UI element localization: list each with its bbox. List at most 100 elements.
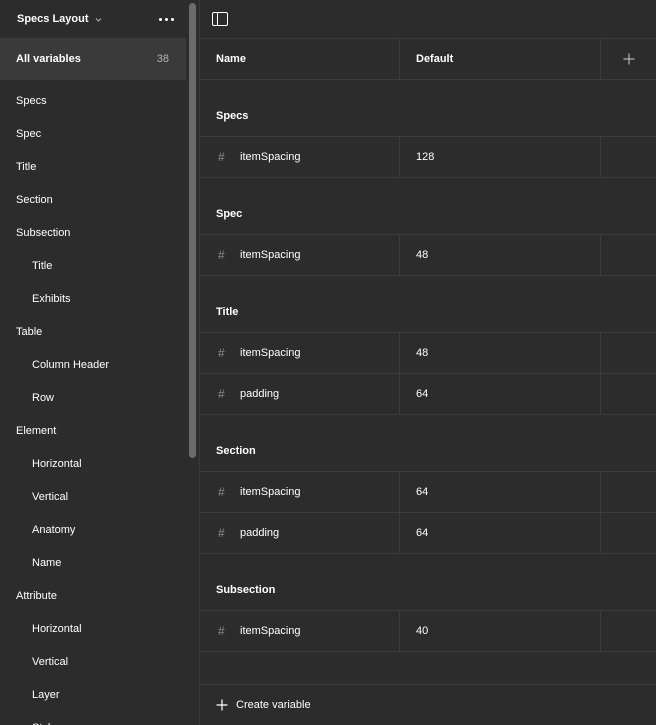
number-type-icon: # <box>218 387 225 401</box>
variable-value-cell[interactable]: 48 <box>400 333 601 373</box>
table-header: Name Default <box>200 39 656 80</box>
sidebar-group-label: Vertical <box>32 490 69 503</box>
sidebar-group-item[interactable]: Table <box>0 315 186 348</box>
sidebar-group-label: Attribute <box>16 589 57 602</box>
sidebar-group-item[interactable]: Row <box>0 381 186 414</box>
variable-row[interactable]: # padding 64 <box>200 513 656 554</box>
empty-mode-cell <box>601 611 656 651</box>
create-variable-label: Create variable <box>236 699 311 711</box>
sidebar-group-label: Specs <box>16 94 47 107</box>
variable-group: Spec # itemSpacing 48 <box>200 178 656 276</box>
group-title: Title <box>200 276 656 333</box>
sidebar-group-item[interactable]: Exhibits <box>0 282 186 315</box>
collection-title[interactable]: Specs Layout <box>17 13 89 25</box>
sidebar-group-item[interactable]: Anatomy <box>0 513 186 546</box>
sidebar-group-item[interactable]: Subsection <box>0 216 186 249</box>
toolbar <box>200 0 656 39</box>
number-type-icon: # <box>218 526 225 540</box>
variable-groups: Specs # itemSpacing 128 Spec # itemSpacing 48 Ti… <box>200 80 656 652</box>
variable-name: itemSpacing <box>240 347 301 359</box>
variable-value-cell[interactable]: 64 <box>400 472 601 512</box>
variable-name-cell[interactable]: # padding <box>200 513 400 553</box>
variable-name-cell[interactable]: # itemSpacing <box>200 235 400 275</box>
variable-name-cell[interactable]: # itemSpacing <box>200 472 400 512</box>
sidebar-group-item[interactable]: Horizontal <box>0 447 186 480</box>
sidebar-group-label: Title <box>32 259 53 272</box>
sidebar-group-item[interactable]: Element <box>0 414 186 447</box>
variable-name-cell[interactable]: # itemSpacing <box>200 611 400 651</box>
sidebar-group-item[interactable]: Title <box>0 150 186 183</box>
variable-row[interactable]: # itemSpacing 48 <box>200 235 656 276</box>
all-variables-item[interactable]: All variables 38 <box>0 38 186 80</box>
sidebar-group-item[interactable]: Horizontal <box>0 612 186 645</box>
empty-mode-cell <box>601 235 656 275</box>
plus-icon <box>623 53 634 65</box>
sidebar-group-label: Element <box>16 424 57 437</box>
variable-value-cell[interactable]: 48 <box>400 235 601 275</box>
sidebar-group-label: Section <box>16 193 53 206</box>
sidebar-group-label: Horizontal <box>32 457 82 470</box>
group-title: Spec <box>200 178 656 235</box>
sidebar-group-item[interactable]: Layer <box>0 678 186 711</box>
variable-row[interactable]: # padding 64 <box>200 374 656 415</box>
variable-row[interactable]: # itemSpacing 64 <box>200 472 656 513</box>
variable-name-cell[interactable]: # itemSpacing <box>200 333 400 373</box>
variable-group: Specs # itemSpacing 128 <box>200 80 656 178</box>
empty-mode-cell <box>601 137 656 177</box>
sidebar-scrollbar[interactable] <box>186 0 200 725</box>
sidebar-group-item[interactable]: Vertical <box>0 645 186 678</box>
sidebar-group-label: Spec <box>16 127 42 140</box>
sidebar-group-label: Table <box>16 325 43 338</box>
collection-header: Specs Layout <box>0 0 186 38</box>
column-header-name: Name <box>200 39 400 79</box>
number-type-icon: # <box>218 485 225 499</box>
sidebar-group-item[interactable]: Column Header <box>0 348 186 381</box>
sidebar-group-label: Title <box>16 160 37 173</box>
number-type-icon: # <box>218 150 225 164</box>
group-title: Section <box>200 415 656 472</box>
sidebar-group-item[interactable]: Title <box>0 249 186 282</box>
more-options-icon[interactable] <box>159 14 174 25</box>
variable-group: Title # itemSpacing 48 # padding 64 <box>200 276 656 415</box>
sidebar-group-item[interactable]: Style <box>0 711 186 725</box>
sidebar-group-label: Layer <box>32 688 60 701</box>
sidebar-group-item[interactable]: Vertical <box>0 480 186 513</box>
sidebar-toggle-icon[interactable] <box>212 12 228 26</box>
group-title: Specs <box>200 80 656 137</box>
sidebar-group-item[interactable]: Spec <box>0 117 186 150</box>
variable-value-cell[interactable]: 64 <box>400 374 601 414</box>
variable-group: Subsection # itemSpacing 40 <box>200 554 656 652</box>
chevron-down-icon[interactable] <box>95 16 102 23</box>
empty-mode-cell <box>601 333 656 373</box>
sidebar-group-item[interactable]: Name <box>0 546 186 579</box>
scrollbar-thumb[interactable] <box>189 3 196 458</box>
number-type-icon: # <box>218 346 225 360</box>
variable-name: itemSpacing <box>240 151 301 163</box>
variable-name: itemSpacing <box>240 486 301 498</box>
variable-value-cell[interactable]: 128 <box>400 137 601 177</box>
variable-value-cell[interactable]: 64 <box>400 513 601 553</box>
variable-name: padding <box>240 527 280 539</box>
variable-row[interactable]: # itemSpacing 128 <box>200 137 656 178</box>
variable-row[interactable]: # itemSpacing 48 <box>200 333 656 374</box>
variables-table-panel: Name Default Specs # itemSpacing 128 Spec # it… <box>200 0 656 725</box>
sidebar-group-label: Subsection <box>16 226 71 239</box>
variable-name-cell[interactable]: # padding <box>200 374 400 414</box>
variable-group: Section # itemSpacing 64 # padding 64 <box>200 415 656 554</box>
empty-mode-cell <box>601 513 656 553</box>
empty-mode-cell <box>601 472 656 512</box>
variable-row[interactable]: # itemSpacing 40 <box>200 611 656 652</box>
variable-value-cell[interactable]: 40 <box>400 611 601 651</box>
sidebar-group-item[interactable]: Attribute <box>0 579 186 612</box>
sidebar-group-label: Column Header <box>32 358 110 371</box>
variables-sidebar: Specs Layout All variables 38 Specs Spec T… <box>0 0 186 725</box>
sidebar-group-label: Vertical <box>32 655 69 668</box>
add-mode-button[interactable] <box>601 39 656 79</box>
sidebar-group-item[interactable]: Specs <box>0 84 186 117</box>
sidebar-group-label: Anatomy <box>32 523 76 536</box>
sidebar-group-label: Exhibits <box>32 292 71 305</box>
create-variable-button[interactable]: Create variable <box>200 684 656 725</box>
variable-name-cell[interactable]: # itemSpacing <box>200 137 400 177</box>
sidebar-group-item[interactable]: Section <box>0 183 186 216</box>
all-variables-label: All variables <box>16 53 81 65</box>
